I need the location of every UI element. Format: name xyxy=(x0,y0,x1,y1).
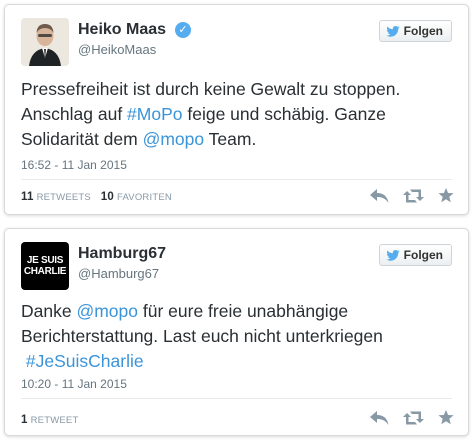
author-handle[interactable]: @Hamburg67 xyxy=(78,266,159,281)
tweet-text-line: Danke @mopo für eure freie unabhängige xyxy=(21,299,461,324)
tweet-text-line: Berichterstattung. Last euch nicht unter… xyxy=(21,326,383,346)
mention-link[interactable]: @mopo xyxy=(76,301,138,321)
favorite-star-icon[interactable] xyxy=(438,188,454,203)
retweet-count: 11 xyxy=(21,191,34,203)
twitter-bird-icon xyxy=(386,25,400,37)
twitter-bird-icon xyxy=(386,249,400,261)
tweet-text-line: Anschlag auf #MoPo feige und schäbig. Ga… xyxy=(21,102,461,127)
favorite-stat[interactable]: 10 FAVORITEN xyxy=(100,191,172,203)
tweet-text: Pressefreiheit ist durch keine Gewalt zu… xyxy=(21,77,461,152)
hashtag-link[interactable]: #JeSuisCharlie xyxy=(26,351,144,371)
retweet-count: 1 xyxy=(21,414,28,426)
favorite-star-icon[interactable] xyxy=(438,410,454,425)
retweet-stat[interactable]: 11 RETWEETS xyxy=(21,191,91,203)
follow-button[interactable]: Folgen xyxy=(378,20,452,42)
divider xyxy=(21,398,452,399)
person-photo-icon xyxy=(21,18,69,66)
follow-button[interactable]: Folgen xyxy=(378,244,452,266)
hashtag-link[interactable]: #MoPo xyxy=(127,104,182,124)
mention-link[interactable]: @mopo xyxy=(143,129,205,149)
retweet-stat[interactable]: 1 RETWEET xyxy=(21,414,79,426)
text-segment: Anschlag auf xyxy=(21,104,128,124)
text-segment: für eure freie unabhängige xyxy=(138,301,349,321)
tweet-actions xyxy=(370,188,454,203)
tweet-timestamp[interactable]: 16:52 - 11 Jan 2015 xyxy=(21,158,127,172)
tweet-actions xyxy=(370,410,454,425)
author-name[interactable]: Hamburg67 xyxy=(78,245,166,263)
reply-icon[interactable] xyxy=(370,188,389,203)
tweet-text: Danke @mopo für eure freie unabhängige B… xyxy=(21,299,461,374)
tweet-card: Heiko Maas ✓ @HeikoMaas Folgen Pressefre… xyxy=(4,4,469,215)
tweet-text-line: Pressefreiheit ist durch keine Gewalt zu… xyxy=(21,79,401,99)
retweet-label: RETWEETS xyxy=(36,192,91,203)
favorite-count: 10 xyxy=(100,191,114,203)
tweet-stats: 11 RETWEETS 10 FAVORITEN xyxy=(21,191,172,203)
text-segment: Team. xyxy=(204,129,257,149)
tweet-stats: 1 RETWEET xyxy=(21,414,78,426)
author-handle[interactable]: @HeikoMaas xyxy=(78,42,156,57)
avatar[interactable]: JE SUIS CHARLIE xyxy=(21,242,69,290)
favorite-label: FAVORITEN xyxy=(117,192,172,203)
avatar-text: CHARLIE xyxy=(23,266,67,277)
retweet-icon[interactable] xyxy=(403,411,424,425)
divider xyxy=(21,179,452,180)
follow-label: Folgen xyxy=(403,248,443,262)
text-segment: Danke xyxy=(21,301,77,321)
text-segment: Solidarität dem xyxy=(21,129,143,149)
tweet-card: JE SUIS CHARLIE Hamburg67 @Hamburg67 Fol… xyxy=(4,228,469,436)
author-name[interactable]: Heiko Maas xyxy=(78,21,166,39)
avatar-text: JE SUIS xyxy=(26,255,64,266)
verified-badge-icon: ✓ xyxy=(175,22,191,38)
tweet-timestamp[interactable]: 10:20 - 11 Jan 2015 xyxy=(21,377,127,391)
avatar[interactable] xyxy=(21,18,69,66)
text-segment: feige und schäbig. Ganze xyxy=(182,104,386,124)
retweet-label: RETWEET xyxy=(30,415,79,426)
tweet-text-line: #JeSuisCharlie xyxy=(21,349,461,374)
reply-icon[interactable] xyxy=(370,410,389,425)
follow-label: Folgen xyxy=(403,24,443,38)
tweet-text-line: Solidarität dem @mopo Team. xyxy=(21,127,461,152)
retweet-icon[interactable] xyxy=(403,189,424,203)
